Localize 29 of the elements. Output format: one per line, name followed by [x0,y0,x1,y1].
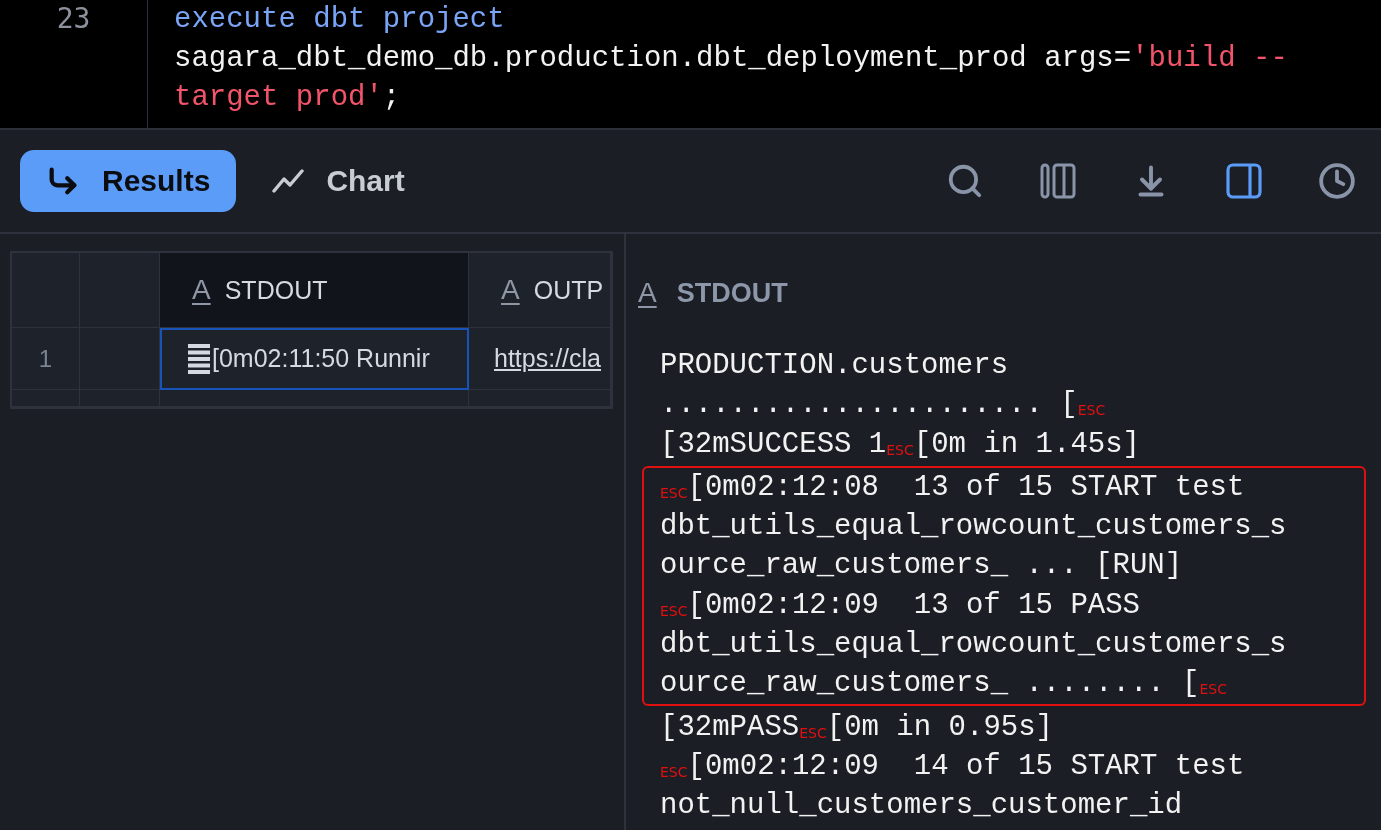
panel-title: STDOUT [676,277,788,309]
escape-glyph-icon [188,343,210,374]
column-header[interactable]: A OUTP [469,253,611,328]
log-line: PRODUCTION.customers [660,348,1010,384]
log-line: dbt_utils_equal_rowcount_customers_s [660,509,1288,546]
log-line: ource_raw_customers_ ... [RUN] [660,548,1184,585]
text-type-glyph: A [192,274,211,306]
column-title: OUTP [533,275,604,305]
text-type-glyph: A [501,274,520,306]
clock-icon [1318,162,1356,200]
view-tab[interactable]: Results [20,150,237,212]
url-link[interactable]: https://cla [494,344,601,373]
column-title: STDOUT [224,275,328,305]
search-icon [946,162,984,200]
line-chart-icon [272,169,305,193]
columns-icon [1040,163,1076,199]
code-line: execute dbt project [174,2,506,38]
code-line: target prod'; [174,80,402,116]
view-tab[interactable]: Chart [246,150,431,212]
line-number: 23 [56,2,91,36]
row-number: 1 [12,328,80,390]
side-panel-icon [1226,163,1262,199]
table-cell[interactable]: https://cla [469,328,611,390]
text-type-glyph: A [638,277,657,309]
table-cell[interactable]: [0m02:11:50 Runnir [160,328,469,390]
log-line: dbt_utils_equal_rowcount_customers_s [660,627,1288,664]
column-header[interactable]: A STDOUT [160,253,469,328]
log-line: not_null_customers_customer_id [660,788,1184,825]
code-line: sagara_dbt_demo_db.production.dbt_deployment_prod args='build -- [174,41,1288,77]
